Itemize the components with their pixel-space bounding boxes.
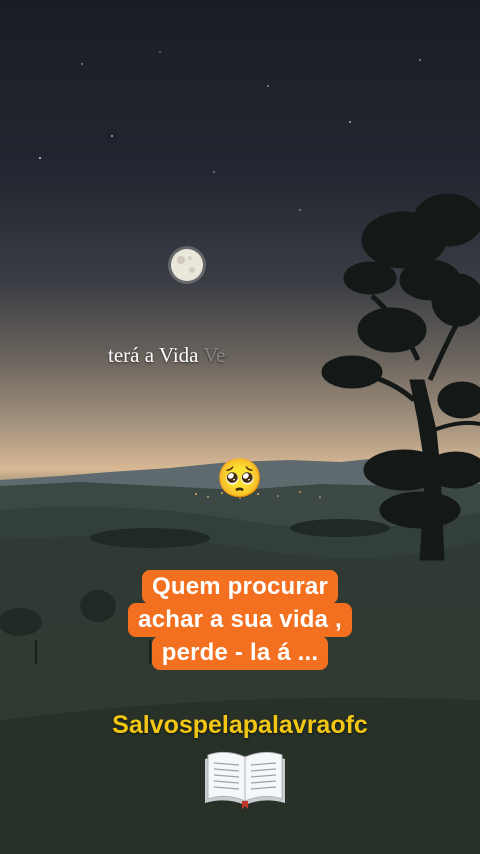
video-frame[interactable]: terá a Vida Ve 🥺 Quem procurar achar a s… (0, 0, 480, 854)
caption-block: Quem procurar achar a sua vida , perde -… (0, 570, 480, 670)
account-handle: Salvospelapalavraofc (112, 711, 368, 739)
overlay-lyric-text: terá a Vida Ve (108, 343, 226, 368)
caption-line-2: achar a sua vida , (128, 603, 352, 637)
open-book-icon (205, 751, 285, 809)
overlay-text-fading: Ve (203, 343, 226, 367)
overlay-text-visible: terá a Vida (108, 343, 204, 367)
pleading-face-emoji: 🥺 (216, 458, 264, 500)
moon (168, 246, 206, 284)
caption-line-1: Quem procurar (142, 570, 338, 604)
stars (39, 51, 421, 211)
caption-line-3: perde - la á ... (151, 636, 329, 670)
